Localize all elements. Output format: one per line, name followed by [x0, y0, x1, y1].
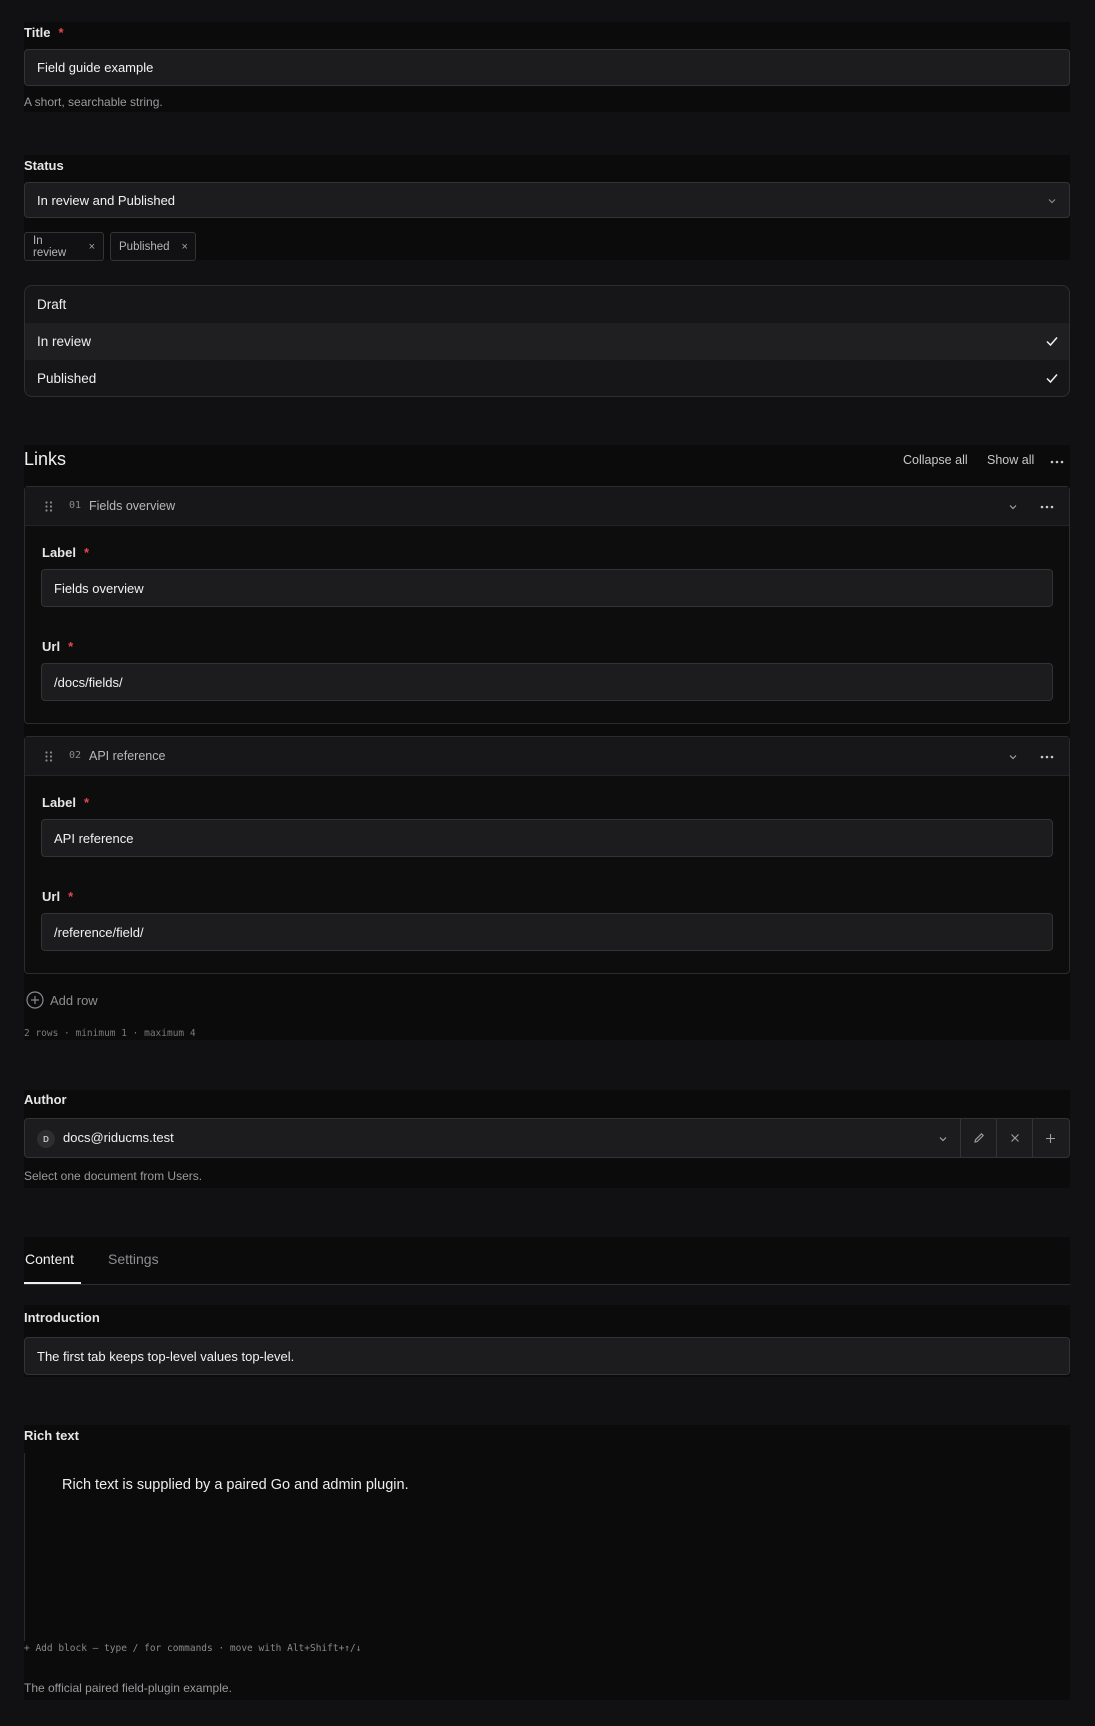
- status-chips: In review × Published ×: [24, 232, 1070, 261]
- check-icon: [1046, 374, 1058, 384]
- row-title: Fields overview: [89, 499, 176, 513]
- author-help: Select one document from Users.: [24, 1169, 203, 1183]
- status-chip-in-review: In review ×: [24, 232, 104, 261]
- links-field: Links Collapse all Show all 01 Fields ov…: [24, 445, 1070, 1040]
- row-url-label: Url *: [42, 889, 74, 904]
- row-url-label: Url *: [42, 639, 74, 654]
- title-label: Title *: [24, 25, 64, 40]
- rich-text-editor[interactable]: Rich text is supplied by a paired Go and…: [24, 1453, 1070, 1641]
- option-published[interactable]: Published: [25, 360, 1069, 396]
- rich-text-content[interactable]: Rich text is supplied by a paired Go and…: [62, 1477, 409, 1493]
- collapse-all-button[interactable]: Collapse all: [903, 453, 968, 467]
- row-label-input[interactable]: API reference: [41, 819, 1053, 857]
- chevron-down-icon[interactable]: [1008, 502, 1018, 512]
- row-number: 01: [69, 500, 82, 511]
- row-header[interactable]: 02 API reference: [25, 737, 1069, 776]
- drag-handle-icon[interactable]: [45, 501, 53, 512]
- remove-chip-icon[interactable]: ×: [182, 241, 188, 253]
- row-url-input[interactable]: /docs/fields/: [41, 663, 1053, 701]
- status-field: Status In review and Published In review…: [24, 155, 1070, 261]
- more-icon[interactable]: [1040, 755, 1054, 759]
- rich-text-field: Rich text Rich text is supplied by a pai…: [24, 1425, 1070, 1700]
- option-in-review[interactable]: In review: [25, 323, 1069, 360]
- title-help: A short, searchable string.: [24, 95, 163, 109]
- tab-content[interactable]: Content: [25, 1251, 74, 1267]
- more-icon[interactable]: [1050, 460, 1064, 464]
- introduction-label: Introduction: [24, 1310, 100, 1325]
- status-select[interactable]: In review and Published: [24, 182, 1070, 218]
- rich-text-help: The official paired field-plugin example…: [24, 1681, 232, 1695]
- required-mark: *: [58, 25, 64, 40]
- links-row: 01 Fields overview Label * Fields overvie…: [24, 486, 1070, 724]
- drag-handle-icon[interactable]: [45, 751, 53, 762]
- row-title: API reference: [89, 749, 166, 763]
- links-row: 02 API reference Label * API reference Ur…: [24, 736, 1070, 974]
- author-select[interactable]: D docs@riducms.test: [24, 1118, 1070, 1158]
- row-label-input[interactable]: Fields overview: [41, 569, 1053, 607]
- add-author-button[interactable]: [1032, 1119, 1068, 1157]
- row-label-label: Label *: [42, 545, 90, 560]
- status-label: Status: [24, 158, 64, 173]
- introduction-input[interactable]: The first tab keeps top-level values top…: [24, 1337, 1070, 1375]
- status-dropdown: Draft In review Published: [24, 285, 1070, 397]
- plus-circle-icon: [26, 991, 44, 1009]
- links-heading: Links: [24, 449, 67, 469]
- more-icon[interactable]: [1040, 505, 1054, 509]
- add-row-button[interactable]: Add row: [26, 990, 98, 1010]
- row-url-input[interactable]: /reference/field/: [41, 913, 1053, 951]
- show-all-button[interactable]: Show all: [987, 453, 1034, 467]
- close-icon: [1010, 1134, 1019, 1142]
- row-label-label: Label *: [42, 795, 90, 810]
- add-block-hint[interactable]: + Add block — type / for commands · move…: [24, 1643, 361, 1654]
- clear-author-button[interactable]: [996, 1119, 1032, 1157]
- title-field: Title * Field guide example A short, sear…: [24, 22, 1070, 112]
- active-tab-indicator: [24, 1282, 81, 1284]
- plus-icon: [1046, 1133, 1055, 1143]
- author-label: Author: [24, 1092, 67, 1107]
- chevron-down-icon[interactable]: [1008, 752, 1018, 762]
- option-draft[interactable]: Draft: [25, 286, 1069, 323]
- row-number: 02: [69, 750, 82, 761]
- chevron-down-icon[interactable]: [938, 1134, 948, 1144]
- author-value: docs@riducms.test: [63, 1130, 174, 1145]
- title-input[interactable]: Field guide example: [24, 49, 1070, 86]
- author-field: Author D docs@riducms.test Select one do…: [24, 1090, 1070, 1188]
- remove-chip-icon[interactable]: ×: [89, 241, 95, 253]
- links-summary: 2 rows · minimum 1 · maximum 4: [24, 1028, 196, 1039]
- edit-author-button[interactable]: [960, 1119, 996, 1157]
- tab-settings[interactable]: Settings: [108, 1251, 159, 1267]
- tabs-bar: Content Settings: [24, 1237, 1070, 1285]
- avatar: D: [37, 1130, 55, 1148]
- introduction-field: Introduction The first tab keeps top-lev…: [24, 1305, 1070, 1377]
- chevron-down-icon: [1048, 199, 1056, 204]
- rich-text-label: Rich text: [24, 1428, 79, 1443]
- check-icon: [1046, 337, 1058, 347]
- row-header[interactable]: 01 Fields overview: [25, 487, 1069, 526]
- pencil-icon: [973, 1133, 984, 1143]
- status-chip-published: Published ×: [110, 232, 196, 261]
